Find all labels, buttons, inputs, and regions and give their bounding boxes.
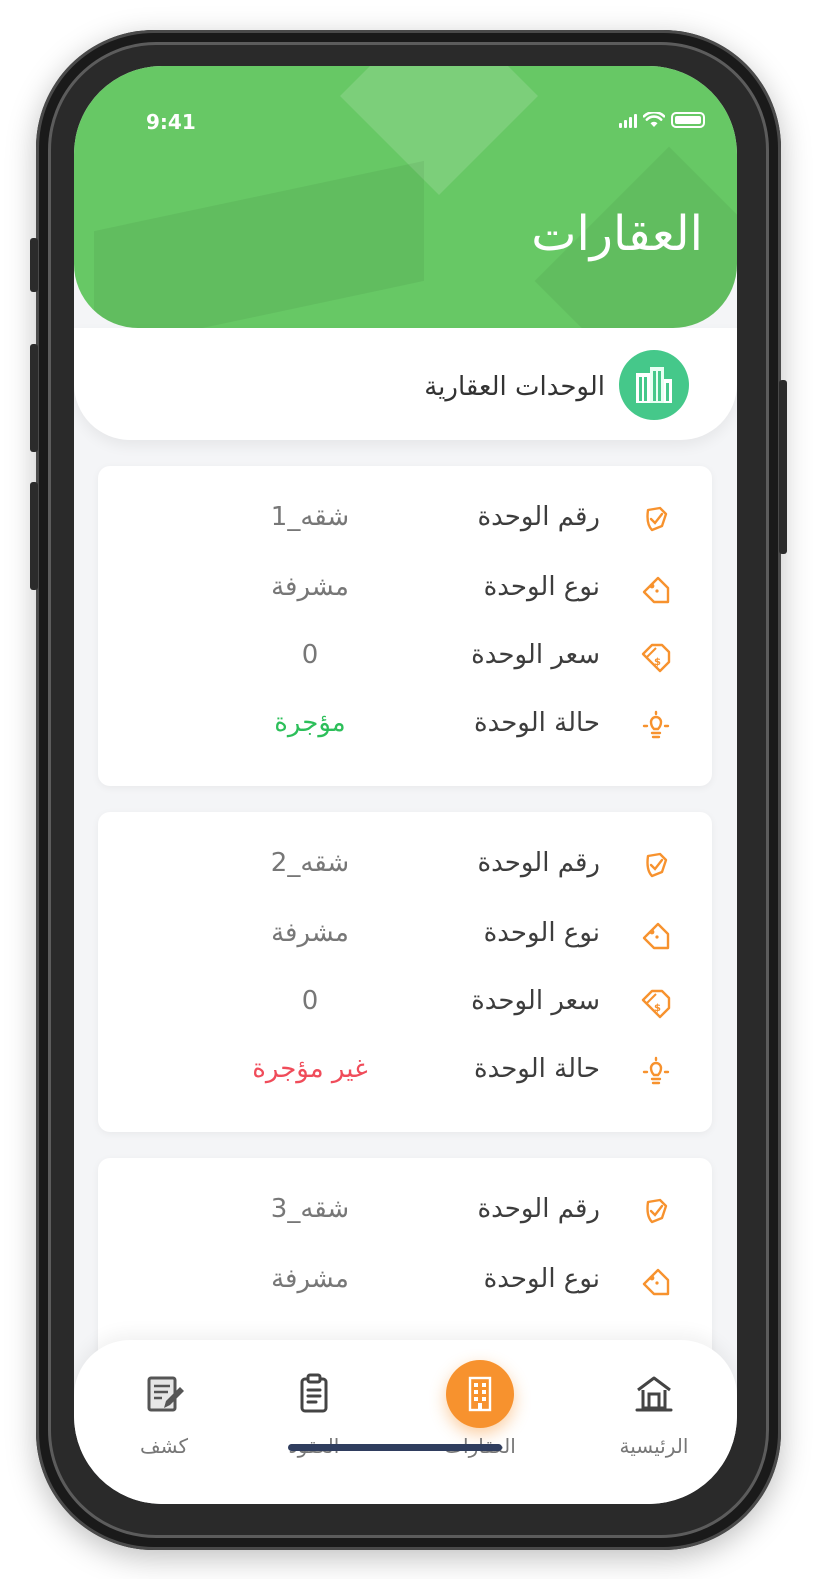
price-tag-icon: $ <box>641 643 671 673</box>
tag-check-icon <box>646 852 668 878</box>
unit-number-row: رقم الوحدة شقه_2 <box>98 846 712 886</box>
building-icon <box>468 1376 492 1412</box>
unit-type-label: نوع الوحدة <box>483 1264 600 1294</box>
unit-card[interactable]: رقم الوحدة شقه_1 نوع الوحدة مشرفة $ سعر … <box>98 466 712 786</box>
unit-status-label: حالة الوحدة <box>473 708 600 738</box>
document-edit-icon <box>147 1376 184 1412</box>
cellular-signal-icon <box>619 114 637 128</box>
unit-price-value: 0 <box>301 986 319 1016</box>
page-header: 9:41 العقارات <box>74 66 737 328</box>
header-decoration <box>94 160 424 328</box>
power-button <box>779 380 787 554</box>
unit-price-row: $ سعر الوحدة 0 <box>98 638 712 678</box>
unit-status-value: غير مؤجرة <box>252 1054 368 1084</box>
unit-type-value: مشرفة <box>271 572 349 602</box>
unit-type-label: نوع الوحدة <box>483 572 600 602</box>
mute-switch <box>30 238 38 292</box>
unit-status-row: حالة الوحدة غير مؤجرة <box>98 1052 712 1092</box>
status-time: 9:41 <box>146 110 196 134</box>
unit-number-row: رقم الوحدة شقه_1 <box>98 500 712 540</box>
volume-up-button <box>30 344 38 452</box>
unit-status-value: مؤجرة <box>274 708 346 738</box>
unit-price-label: سعر الوحدة <box>471 986 600 1016</box>
tag-icon <box>642 576 670 604</box>
unit-type-row: نوع الوحدة مشرفة <box>98 1262 712 1302</box>
battery-icon <box>671 112 705 128</box>
app-screen: 9:41 العقارات الوحدات العقارية رقم الوحد… <box>74 66 737 1504</box>
tag-check-icon <box>646 506 668 532</box>
unit-type-row: نوع الوحدة مشرفة <box>98 916 712 956</box>
page-title: العقارات <box>531 206 703 262</box>
unit-number-row: رقم الوحدة شقه_3 <box>98 1192 712 1232</box>
unit-number-value: شقه_2 <box>270 848 350 878</box>
status-icons <box>619 112 705 128</box>
nav-item-statement[interactable]: كشف <box>94 1340 234 1470</box>
volume-down-button <box>30 482 38 590</box>
unit-number-label: رقم الوحدة <box>477 1194 600 1224</box>
unit-number-value: شقه_3 <box>270 1194 350 1224</box>
nav-label-home: الرئيسية <box>619 1434 689 1458</box>
svg-text:$: $ <box>654 657 661 668</box>
unit-price-label: سعر الوحدة <box>471 640 600 670</box>
bottom-navigation: الرئيسية العقارات <box>74 1340 737 1504</box>
home-icon <box>635 1376 673 1412</box>
unit-status-label: حالة الوحدة <box>473 1054 600 1084</box>
active-tab-indicator <box>446 1360 514 1428</box>
price-tag-icon: $ <box>641 989 671 1019</box>
nav-label-statement: كشف <box>139 1434 189 1458</box>
tag-icon <box>642 1268 670 1296</box>
unit-number-label: رقم الوحدة <box>477 848 600 878</box>
wifi-icon <box>643 112 665 127</box>
clipboard-icon <box>300 1373 328 1413</box>
unit-type-label: نوع الوحدة <box>483 918 600 948</box>
lightbulb-icon <box>642 710 670 739</box>
unit-number-value: شقه_1 <box>270 502 350 532</box>
tag-check-icon <box>646 1198 668 1224</box>
svg-text:$: $ <box>654 1003 661 1014</box>
unit-number-label: رقم الوحدة <box>477 502 600 532</box>
lightbulb-icon <box>642 1056 670 1085</box>
nav-item-home[interactable]: الرئيسية <box>584 1340 724 1470</box>
home-indicator[interactable] <box>288 1444 502 1451</box>
unit-price-row: $ سعر الوحدة 0 <box>98 984 712 1024</box>
unit-type-value: مشرفة <box>271 1264 349 1294</box>
buildings-icon <box>619 350 689 420</box>
tag-icon <box>642 922 670 950</box>
section-title: الوحدات العقارية <box>424 372 605 402</box>
unit-type-row: نوع الوحدة مشرفة <box>98 570 712 610</box>
unit-card[interactable]: رقم الوحدة شقه_2 نوع الوحدة مشرفة $ سعر … <box>98 812 712 1132</box>
unit-price-value: 0 <box>301 640 319 670</box>
unit-status-row: حالة الوحدة مؤجرة <box>98 706 712 746</box>
unit-type-value: مشرفة <box>271 918 349 948</box>
